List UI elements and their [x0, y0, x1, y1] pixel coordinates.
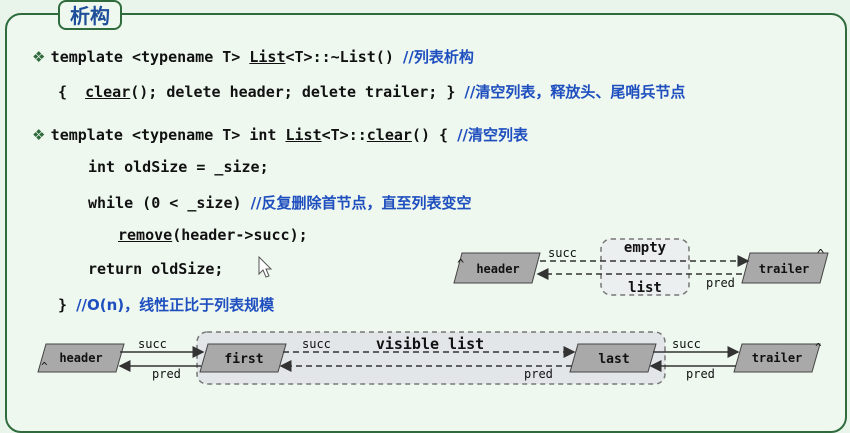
- bullet-icon: ❖: [32, 126, 51, 144]
- code-line-2: { clear(); delete header; delete trailer…: [58, 81, 685, 102]
- code-link-clear: clear: [366, 126, 412, 144]
- code-text: <T>::~List(): [285, 48, 403, 66]
- code-comment: //列表析构: [402, 48, 474, 66]
- code-text: <T>::: [321, 126, 367, 144]
- code-text: template <typename T> int: [50, 126, 286, 144]
- slide-frame: [5, 13, 847, 433]
- code-line-4: int oldSize = _size;: [88, 158, 269, 176]
- code-comment: //清空列表，释放头、尾哨兵节点: [464, 83, 686, 101]
- code-comment: //反复删除首节点，直至列表变空: [250, 194, 472, 212]
- code-comment: //清空列表: [457, 126, 529, 144]
- code-link-clear: clear: [85, 83, 131, 101]
- code-text: () {: [411, 126, 458, 144]
- code-text: {: [58, 83, 86, 101]
- code-line-3: ❖ template <typename T> int List<T>::cle…: [32, 124, 528, 145]
- code-line-7: return oldSize;: [88, 260, 224, 278]
- code-text: }: [58, 296, 77, 314]
- code-text: (); delete header; delete trailer; }: [130, 83, 465, 101]
- code-line-8: } //O(n)，线性正比于列表规模: [58, 294, 274, 315]
- code-link-remove: remove: [118, 226, 173, 244]
- code-comment: //O(n)，线性正比于列表规模: [76, 296, 275, 314]
- bullet-icon: ❖: [32, 48, 51, 66]
- code-link-list: List: [249, 48, 286, 66]
- slide-title: 析构: [58, 0, 122, 30]
- code-line-5: while (0 < _size) //反复删除首节点，直至列表变空: [88, 192, 472, 213]
- code-line-6: remove(header->succ);: [118, 226, 308, 244]
- code-text: (header->succ);: [172, 226, 308, 244]
- code-link-list: List: [285, 126, 322, 144]
- code-text: template <typename T>: [50, 48, 250, 66]
- code-text: while (0 < _size): [88, 194, 251, 212]
- code-line-1: ❖ template <typename T> List<T>::~List()…: [32, 46, 474, 67]
